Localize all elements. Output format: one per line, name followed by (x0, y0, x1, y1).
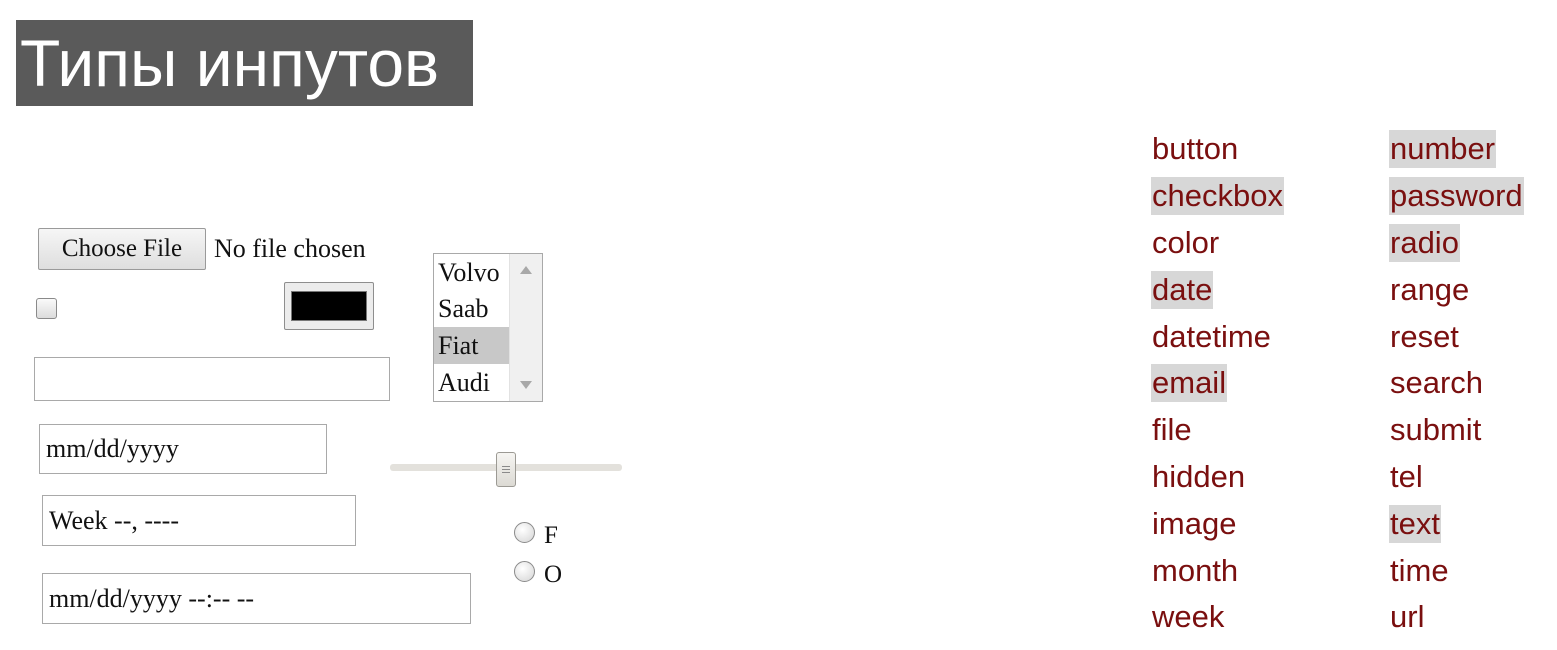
input-type-label: hidden (1152, 458, 1246, 494)
grip-line-icon (502, 469, 510, 470)
input-type-label: email (1151, 364, 1228, 403)
input-type-label: reset (1390, 318, 1459, 354)
file-status-text: No file chosen (214, 234, 366, 263)
text-input[interactable] (34, 357, 390, 401)
select-option-saab[interactable]: Saab (434, 290, 510, 327)
input-type-item: week (1151, 594, 1284, 641)
input-type-item: date (1151, 266, 1284, 313)
input-type-item: hidden (1151, 454, 1284, 501)
input-type-label: week (1152, 599, 1225, 635)
input-type-label: url (1390, 599, 1425, 635)
input-type-label: radio (1389, 223, 1460, 262)
input-type-label: password (1389, 177, 1524, 216)
input-type-label: tel (1390, 458, 1423, 494)
select-option-fiat[interactable]: Fiat (434, 327, 510, 364)
scroll-up-arrow-icon[interactable] (520, 266, 532, 274)
input-type-item: color (1151, 220, 1284, 267)
grip-line-icon (502, 466, 510, 467)
input-type-item: reset (1389, 313, 1524, 360)
input-type-item: password (1389, 173, 1524, 220)
radio-o-label: O (544, 561, 563, 588)
input-type-item: range (1389, 266, 1524, 313)
car-select-listbox[interactable]: Volvo Saab Fiat Audi (433, 253, 543, 402)
input-types-column-1: button checkbox color date datetime email file… (1151, 126, 1284, 641)
grip-line-icon (502, 472, 510, 473)
input-type-item: image (1151, 500, 1284, 547)
input-type-label: color (1152, 224, 1220, 260)
page-title: Типы инпутов (16, 20, 473, 106)
input-type-item: email (1151, 360, 1284, 407)
input-types-column-2: number password radio range reset search submi… (1389, 126, 1524, 641)
input-type-item: datetime (1151, 313, 1284, 360)
checkbox-input[interactable] (36, 298, 57, 319)
color-swatch (291, 291, 367, 321)
input-type-label: number (1389, 130, 1497, 169)
input-type-label: text (1389, 504, 1441, 543)
input-type-item: number (1389, 126, 1524, 173)
input-type-item: button (1151, 126, 1284, 173)
input-type-label: image (1152, 505, 1237, 541)
listbox-scrollbar[interactable] (509, 254, 542, 401)
input-type-label: search (1390, 365, 1484, 401)
input-type-item: tel (1389, 454, 1524, 501)
input-type-item: submit (1389, 407, 1524, 454)
input-type-label: datetime (1152, 318, 1271, 354)
select-option-audi[interactable]: Audi (434, 364, 510, 401)
input-type-item: text (1389, 500, 1524, 547)
datetime-input[interactable]: mm/dd/yyyy --:-- -- (42, 573, 471, 624)
input-type-item: file (1151, 407, 1284, 454)
week-input[interactable]: Week --, ---- (42, 495, 356, 546)
input-type-label: date (1151, 270, 1214, 309)
select-option-volvo[interactable]: Volvo (434, 254, 510, 291)
input-type-item: checkbox (1151, 173, 1284, 220)
input-type-item: month (1151, 547, 1284, 594)
scroll-down-arrow-icon[interactable] (520, 381, 532, 389)
input-type-item: url (1389, 594, 1524, 641)
radio-f-label: F (544, 522, 558, 549)
input-type-label: submit (1390, 412, 1482, 448)
range-slider-thumb[interactable] (496, 452, 516, 487)
input-type-item: time (1389, 547, 1524, 594)
choose-file-button[interactable]: Choose File (38, 228, 206, 270)
radio-f[interactable] (514, 522, 535, 543)
input-type-label: button (1152, 131, 1239, 167)
input-types-list-1: button checkbox color date datetime email file… (1151, 126, 1284, 641)
input-type-label: time (1390, 552, 1449, 588)
input-type-label: checkbox (1151, 177, 1284, 216)
input-type-label: month (1152, 552, 1239, 588)
input-type-label: range (1390, 271, 1470, 307)
input-types-list-2: number password radio range reset search submi… (1389, 126, 1524, 641)
color-picker-button[interactable] (284, 282, 374, 330)
input-type-item: radio (1389, 220, 1524, 267)
date-input[interactable]: mm/dd/yyyy (39, 424, 327, 474)
radio-o[interactable] (514, 561, 535, 582)
input-type-item: search (1389, 360, 1524, 407)
input-type-label: file (1152, 412, 1192, 448)
